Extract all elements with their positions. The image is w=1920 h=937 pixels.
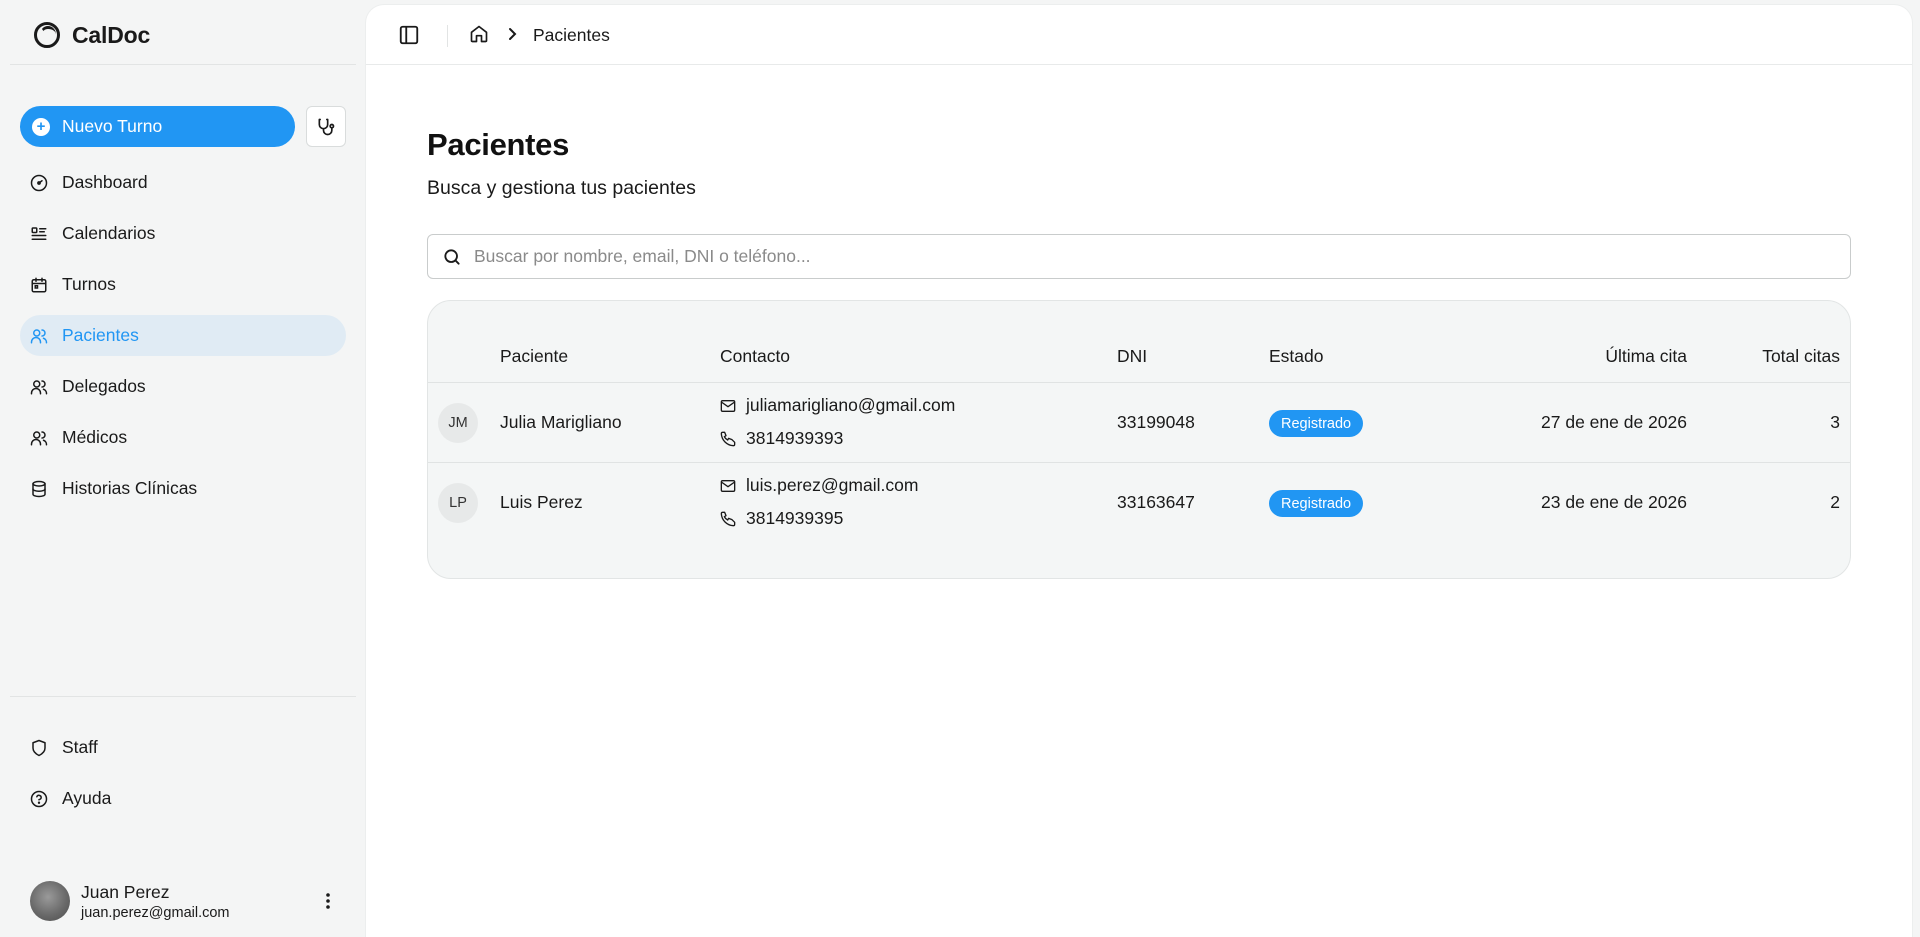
sidebar-bottom-nav: Staff Ayuda: [20, 727, 346, 829]
app-name: CalDoc: [72, 21, 151, 48]
panel-left-icon: [399, 25, 419, 45]
column-header-total-citas[interactable]: Total citas: [1762, 346, 1840, 367]
sidebar-item-dashboard[interactable]: Dashboard: [20, 162, 346, 203]
home-icon: [470, 25, 488, 43]
contact-phone: 3814939393: [720, 428, 843, 449]
sidebar-item-label: Ayuda: [62, 788, 112, 808]
sidebar-item-pacientes[interactable]: Pacientes: [20, 315, 346, 356]
chevron-right-icon: [509, 28, 517, 40]
page-title: Pacientes: [427, 127, 570, 162]
phone-icon: [720, 431, 736, 446]
avatar: [30, 881, 70, 921]
total-appointments: 2: [1830, 492, 1840, 512]
users-icon: [30, 328, 48, 343]
user-info: Juan Perez juan.perez@gmail.com: [81, 882, 230, 921]
status-badge: Registrado: [1269, 410, 1364, 437]
column-header-paciente[interactable]: Paciente: [500, 346, 568, 367]
home-breadcrumb[interactable]: [469, 24, 491, 46]
contact-email: juliamarigliano@gmail.com: [720, 395, 955, 416]
sidebar-item-ayuda[interactable]: Ayuda: [20, 778, 346, 819]
sidebar-item-delegados[interactable]: Delegados: [20, 366, 346, 407]
email-text: juliamarigliano@gmail.com: [746, 395, 956, 415]
sidebar-item-medicos[interactable]: Médicos: [20, 417, 346, 458]
total-appointments: 3: [1830, 412, 1840, 432]
table-header: Paciente Contacto DNI Estado Última cita…: [428, 301, 1850, 383]
shield-icon: [32, 739, 46, 756]
phone-icon: [720, 511, 736, 526]
help-circle-icon: [30, 790, 48, 807]
new-appointment-button[interactable]: + Nuevo Turno: [20, 106, 295, 147]
contact-email: luis.perez@gmail.com: [720, 475, 918, 496]
top-bar: Pacientes: [366, 5, 1912, 65]
patient-name: Luis Perez: [500, 492, 583, 512]
mail-icon: [720, 479, 736, 492]
phone-text: 3814939393: [746, 428, 844, 448]
user-name: Juan Perez: [81, 881, 170, 902]
gauge-icon: [30, 174, 48, 191]
patient-dni: 33163647: [1117, 492, 1195, 512]
sidebar: CalDoc + Nuevo Turno Dashboard Calendari…: [0, 0, 366, 937]
sidebar-item-staff[interactable]: Staff: [20, 727, 346, 768]
sidebar-item-label: Historias Clínicas: [62, 478, 198, 498]
sidebar-item-historias-clinicas[interactable]: Historias Clínicas: [20, 468, 346, 509]
logo-icon: [34, 22, 60, 48]
page-subtitle: Busca y gestiona tus pacientes: [427, 177, 696, 199]
status-badge: Registrado: [1269, 490, 1364, 517]
column-header-estado[interactable]: Estado: [1269, 346, 1323, 367]
search-input[interactable]: [474, 246, 1824, 267]
sidebar-item-label: Turnos: [62, 274, 116, 294]
column-header-contacto[interactable]: Contacto: [720, 346, 790, 367]
sidebar-toggle-button[interactable]: [398, 24, 422, 48]
contact-phone: 3814939395: [720, 508, 843, 529]
stethoscope-button[interactable]: [306, 106, 346, 147]
list-calendar-icon: [31, 226, 47, 240]
phone-text: 3814939395: [746, 508, 844, 528]
table-row[interactable]: LP Luis Perez luis.perez@gmail.com 38149…: [428, 463, 1850, 543]
patient-dni: 33199048: [1117, 412, 1195, 432]
patient-avatar: LP: [438, 483, 478, 523]
mail-icon: [720, 399, 736, 412]
patient-avatar: JM: [438, 403, 478, 443]
brand[interactable]: CalDoc: [34, 20, 150, 50]
database-icon: [32, 480, 46, 497]
main-panel: Pacientes Pacientes Busca y gestiona tus…: [366, 5, 1912, 937]
divider: [10, 64, 356, 65]
search-box: [427, 234, 1851, 279]
column-header-dni[interactable]: DNI: [1117, 346, 1147, 367]
patient-name: Julia Marigliano: [500, 412, 622, 432]
last-appointment: 27 de ene de 2026: [1541, 412, 1687, 432]
more-vertical-icon[interactable]: [316, 889, 340, 913]
search-icon: [444, 248, 460, 265]
sidebar-nav: Dashboard Calendarios Turnos Pacientes D…: [20, 162, 346, 519]
breadcrumb-current: Pacientes: [533, 25, 610, 45]
calendar-icon: [31, 277, 47, 292]
sidebar-item-turnos[interactable]: Turnos: [20, 264, 346, 305]
user-email: juan.perez@gmail.com: [81, 904, 230, 921]
users-icon: [30, 430, 48, 445]
sidebar-item-label: Delegados: [62, 376, 146, 396]
users-icon: [30, 379, 48, 394]
sidebar-item-label: Médicos: [62, 427, 128, 447]
email-text: luis.perez@gmail.com: [746, 475, 919, 495]
sidebar-item-label: Dashboard: [62, 172, 148, 192]
table-row[interactable]: JM Julia Marigliano juliamarigliano@gmai…: [428, 383, 1850, 463]
user-menu[interactable]: Juan Perez juan.perez@gmail.com: [30, 880, 346, 922]
sidebar-item-label: Staff: [62, 737, 98, 757]
last-appointment: 23 de ene de 2026: [1541, 492, 1687, 512]
plus-circle-icon: +: [32, 117, 50, 136]
sidebar-item-label: Pacientes: [62, 325, 139, 345]
divider: [10, 696, 356, 697]
divider: [447, 25, 448, 47]
column-header-ultima-cita[interactable]: Última cita: [1605, 346, 1687, 367]
sidebar-item-calendarios[interactable]: Calendarios: [20, 213, 346, 254]
sidebar-item-label: Calendarios: [62, 223, 156, 243]
patients-table: Paciente Contacto DNI Estado Última cita…: [427, 300, 1851, 579]
new-appointment-label: Nuevo Turno: [62, 116, 163, 136]
stethoscope-icon: [318, 118, 335, 135]
